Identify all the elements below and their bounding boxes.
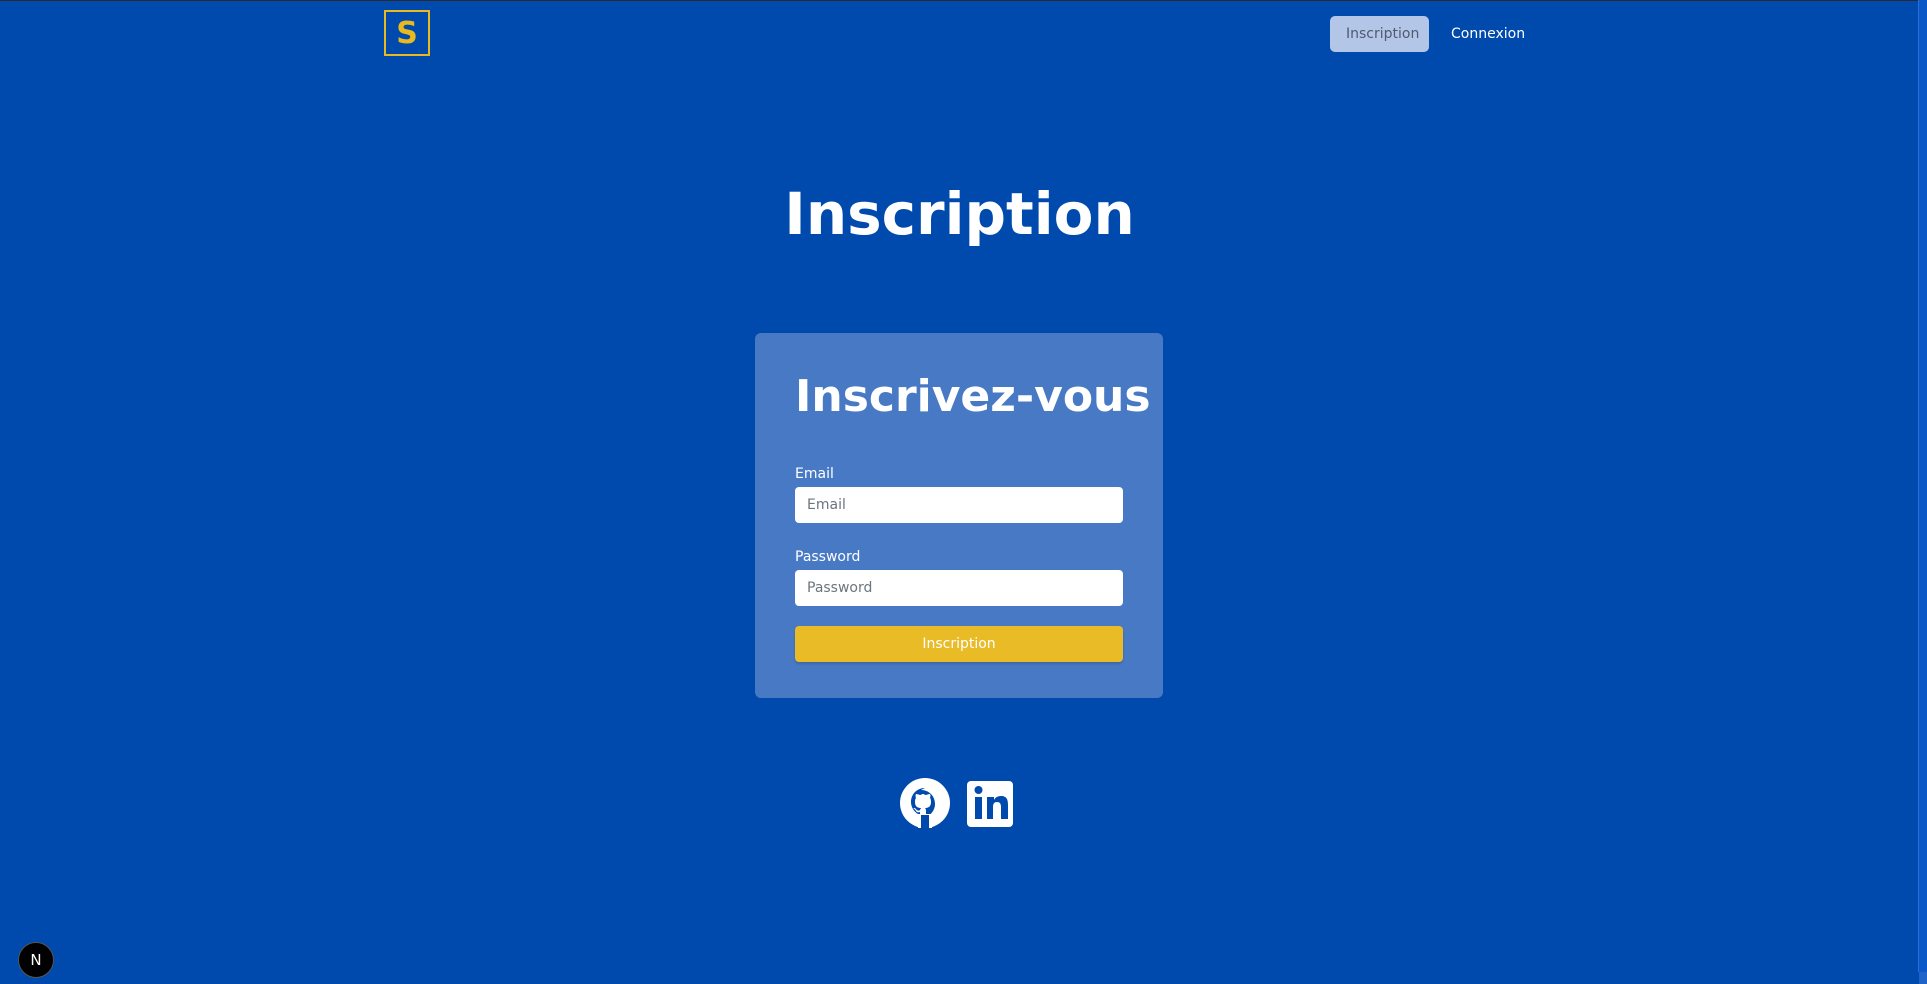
nav-links: Inscription Connexion xyxy=(1330,16,1541,52)
github-link[interactable] xyxy=(900,778,950,828)
page: S Inscription Connexion Inscription Insc… xyxy=(0,0,1927,984)
github-icon xyxy=(900,778,950,828)
top-border xyxy=(0,0,1919,1)
linkedin-link[interactable] xyxy=(966,778,1016,828)
scrollbar-thumb[interactable] xyxy=(1918,0,1927,972)
password-label: Password xyxy=(795,549,861,565)
page-title: Inscription xyxy=(784,179,1135,248)
linkedin-icon xyxy=(967,781,1013,827)
logo-letter: S xyxy=(396,15,418,51)
email-label: Email xyxy=(795,466,834,482)
password-field[interactable] xyxy=(795,570,1123,606)
logo[interactable]: S xyxy=(384,10,430,56)
signup-card-title: Inscrivez-vous xyxy=(795,371,1151,422)
nav-link-connexion[interactable]: Connexion xyxy=(1435,16,1541,52)
social-links xyxy=(900,778,1016,828)
email-field[interactable] xyxy=(795,487,1123,523)
next-dev-badge[interactable]: N xyxy=(18,942,54,978)
nav-link-inscription[interactable]: Inscription xyxy=(1330,16,1429,52)
signup-card: Inscrivez-vous Email Password Inscriptio… xyxy=(755,333,1163,698)
signup-form: Email Password Inscription xyxy=(795,465,1123,662)
signup-button[interactable]: Inscription xyxy=(795,626,1123,662)
next-badge-letter: N xyxy=(30,951,42,969)
